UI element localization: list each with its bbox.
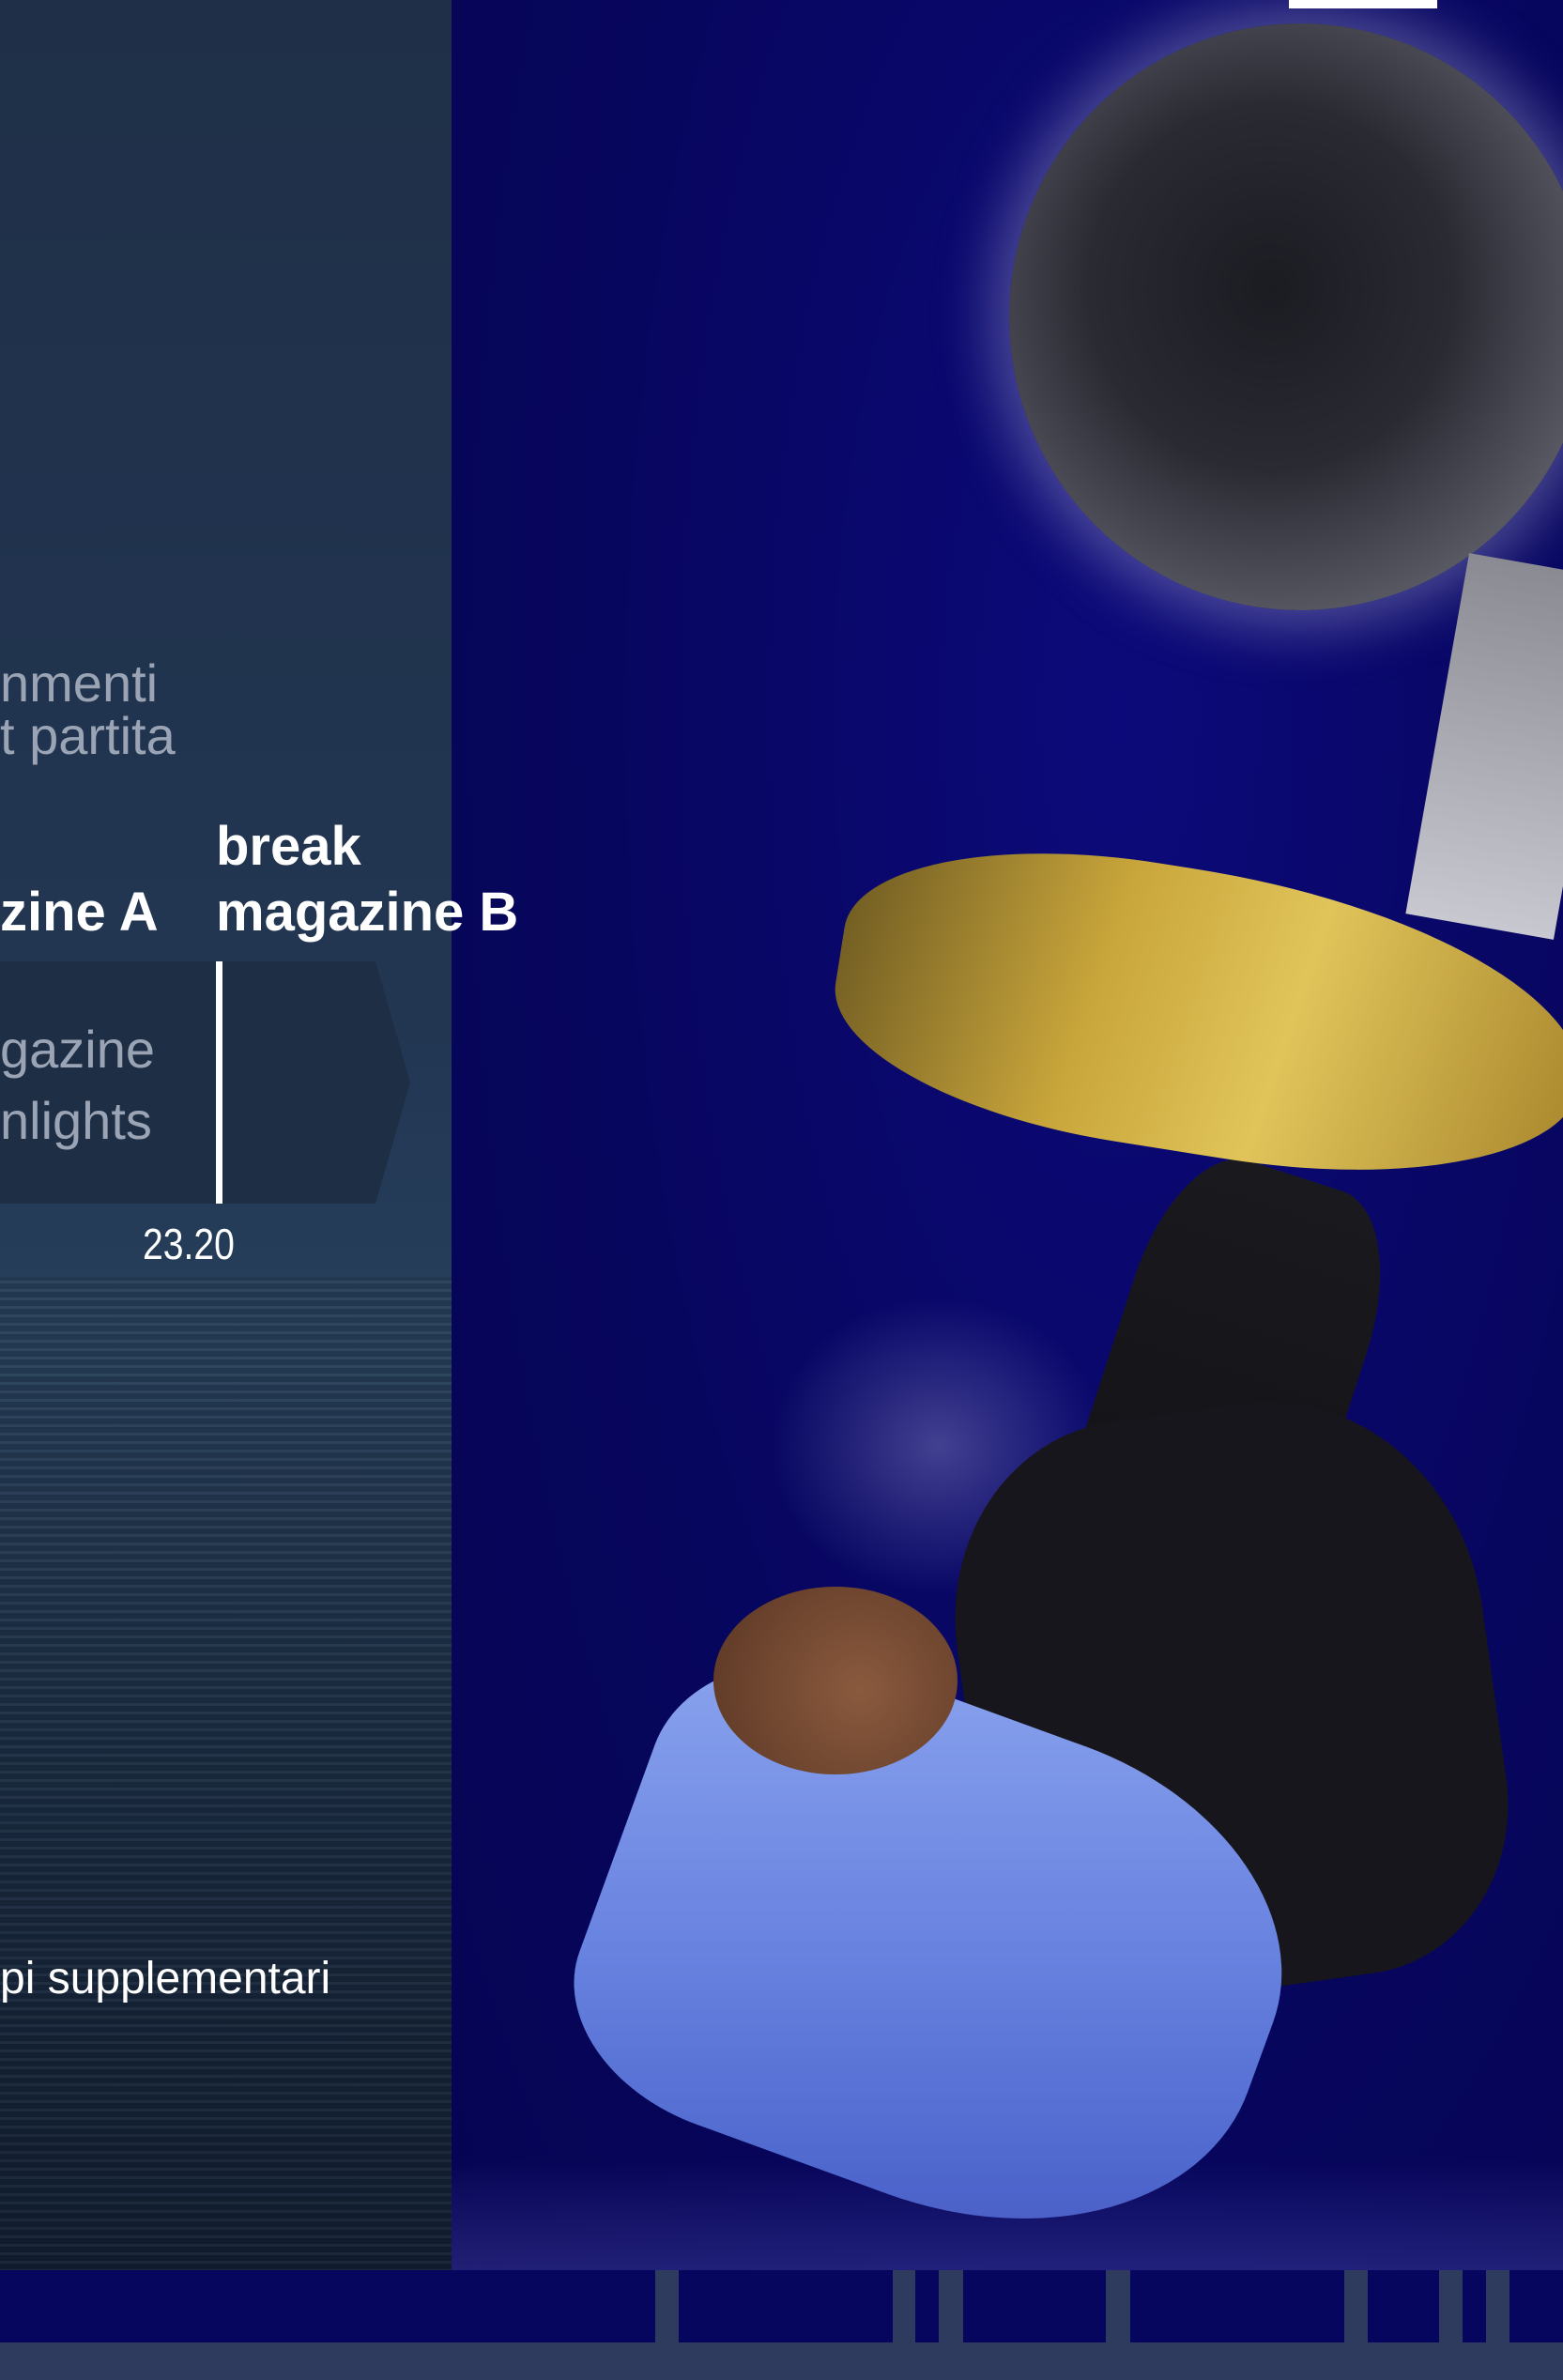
column-b-title-line2: magazine B	[216, 882, 519, 943]
top-label-line1: nmenti	[0, 653, 159, 713]
stadium-stands	[0, 1277, 452, 2270]
column-a-title: zine A	[0, 882, 159, 943]
bottom-segment	[915, 2270, 939, 2342]
top-label-line2: t partita	[0, 706, 176, 765]
extra-time-label: pi supplementari	[0, 1954, 331, 2004]
bottom-segment	[1463, 2270, 1486, 2342]
bottom-segment	[963, 2270, 1106, 2342]
bottom-segment	[0, 2270, 655, 2342]
bottom-segment	[1509, 2270, 1563, 2342]
time-label: 23.20	[143, 1220, 235, 1268]
head-image	[713, 1587, 958, 1774]
ball-image	[1009, 23, 1563, 610]
bottom-segment	[1130, 2270, 1344, 2342]
top-white-bar	[1289, 0, 1437, 8]
column-b-title-line1: break	[216, 816, 361, 877]
timeline-marker	[216, 961, 222, 1204]
band-text-line2: nlights	[0, 1091, 152, 1150]
bottom-segment	[1368, 2270, 1439, 2342]
bottom-segment	[679, 2270, 893, 2342]
band-text-line1: gazine	[0, 1020, 156, 1079]
